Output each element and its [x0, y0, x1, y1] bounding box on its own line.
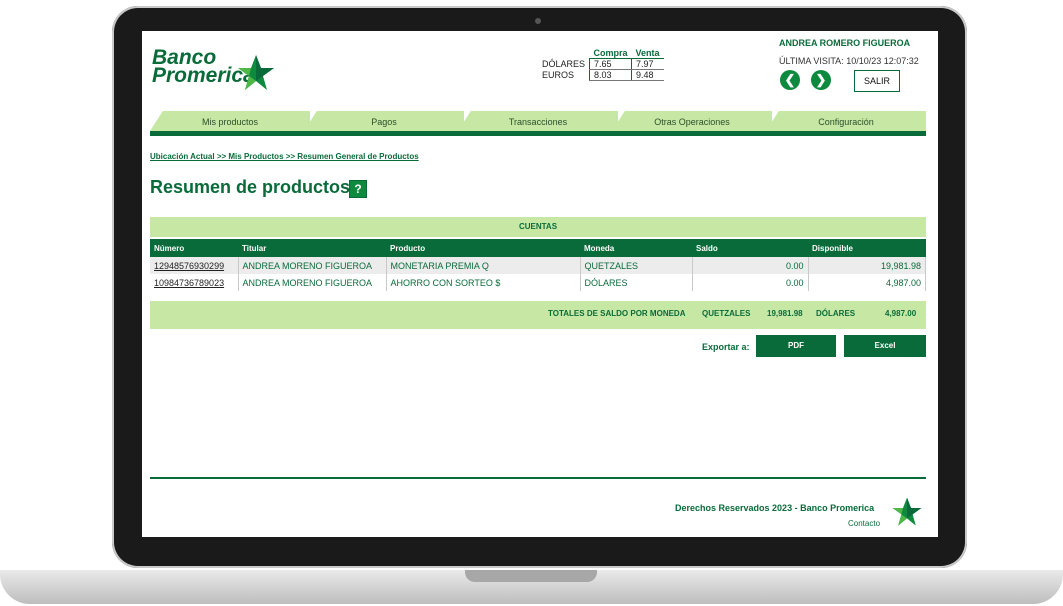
accounts-section-title: CUENTAS: [150, 217, 926, 237]
help-icon[interactable]: ?: [349, 180, 367, 198]
breadcrumb[interactable]: Ubicación Actual >> Mis Productos >> Res…: [150, 152, 419, 161]
col-producto: Producto: [386, 239, 580, 257]
main-tabs: Mis productos Pagos Transacciones Otras …: [150, 111, 926, 131]
totals-q-value: 19,981.98: [767, 309, 803, 318]
cell-currency: DÓLARES: [580, 274, 693, 291]
browser-screen: Banco Promerica Compra Venta DÓLARES 7.6…: [142, 31, 938, 537]
rate-sell: 7.97: [631, 58, 664, 70]
rates-header-sell: Venta: [631, 48, 664, 59]
cell-holder: ANDREA MORENO FIGUEROA: [238, 274, 387, 291]
cell-currency: QUETZALES: [580, 257, 693, 274]
cell-available: 4,987.00: [808, 274, 926, 291]
star-logo-icon: [892, 497, 922, 526]
cell-available: 19,981.98: [808, 257, 926, 274]
export-label: Exportar a:: [702, 342, 750, 352]
page-title: Resumen de productos: [150, 177, 351, 197]
cell-holder: ANDREA MORENO FIGUEROA: [238, 257, 387, 274]
footer-copyright: Derechos Reservados 2023 - Banco Promeri…: [675, 503, 875, 513]
star-logo-icon: [238, 55, 274, 90]
table-row[interactable]: 10984736789023 ANDREA MORENO FIGUEROA AH…: [150, 274, 926, 291]
totals-q-label: QUETZALES: [702, 309, 751, 318]
totals-usd-label: DÓLARES: [816, 309, 856, 318]
col-titular: Titular: [238, 239, 386, 257]
rate-buy: 7.65: [589, 58, 632, 70]
col-saldo: Saldo: [692, 239, 808, 257]
exchange-rates: Compra Venta DÓLARES 7.65 7.97 EUROS 8.0…: [538, 48, 664, 81]
rate-currency: EUROS: [542, 70, 575, 80]
camera-dot: [535, 18, 541, 24]
account-number-link[interactable]: 10984736789023: [150, 274, 239, 291]
rate-buy: 8.03: [589, 69, 632, 81]
totals-bar: TOTALES DE SALDO POR MONEDA QUETZALES 19…: [150, 301, 926, 329]
last-visit: ÚLTIMA VISITA: 10/10/23 12:07:32: [779, 56, 919, 66]
contact-link[interactable]: Contacto: [848, 519, 880, 528]
accounts-table: Número Titular Producto Moneda Saldo Dis…: [150, 239, 926, 291]
col-numero: Número: [150, 239, 238, 257]
user-info: ANDREA ROMERO FIGUEROA ÚLTIMA VISITA: 10…: [779, 38, 919, 66]
rates-corner: [538, 48, 590, 59]
account-number-link[interactable]: 12948576930299: [150, 257, 239, 274]
tab-underline: [150, 131, 926, 136]
totals-usd-value: 4,987.00: [885, 309, 917, 318]
cell-product: AHORRO CON SORTEO $: [386, 274, 581, 291]
rate-sell: 9.48: [631, 69, 664, 81]
totals-label: TOTALES DE SALDO POR MONEDA: [548, 309, 686, 318]
rates-header-buy: Compra: [589, 48, 632, 59]
rate-currency: DÓLARES: [542, 59, 586, 69]
back-arrow-icon[interactable]: ❮: [780, 70, 800, 90]
col-moneda: Moneda: [580, 239, 692, 257]
tab-otras-operaciones[interactable]: Otras Operaciones: [612, 111, 772, 131]
table-row[interactable]: 12948576930299 ANDREA MORENO FIGUEROA MO…: [150, 257, 926, 274]
laptop-notch: [465, 570, 597, 582]
col-disponible: Disponible: [808, 239, 926, 257]
export-excel-button[interactable]: Excel: [844, 335, 926, 357]
tab-configuracion[interactable]: Configuración: [766, 111, 926, 131]
logout-button[interactable]: SALIR: [854, 70, 900, 92]
table-header-row: Número Titular Producto Moneda Saldo Dis…: [150, 239, 926, 257]
cell-balance: 0.00: [692, 274, 809, 291]
tab-mis-productos[interactable]: Mis productos: [150, 111, 310, 131]
forward-arrow-icon[interactable]: ❯: [811, 70, 831, 90]
bank-logo[interactable]: Banco Promerica: [152, 47, 282, 99]
last-visit-value: 10/10/23 12:07:32: [846, 56, 919, 66]
cell-balance: 0.00: [692, 257, 809, 274]
footer-divider: [150, 477, 926, 479]
tab-pagos[interactable]: Pagos: [304, 111, 464, 131]
cell-product: MONETARIA PREMIA Q: [386, 257, 581, 274]
user-name: ANDREA ROMERO FIGUEROA: [779, 38, 911, 48]
tab-transacciones[interactable]: Transacciones: [458, 111, 618, 131]
export-pdf-button[interactable]: PDF: [756, 335, 836, 357]
last-visit-label: ÚLTIMA VISITA:: [779, 56, 844, 66]
